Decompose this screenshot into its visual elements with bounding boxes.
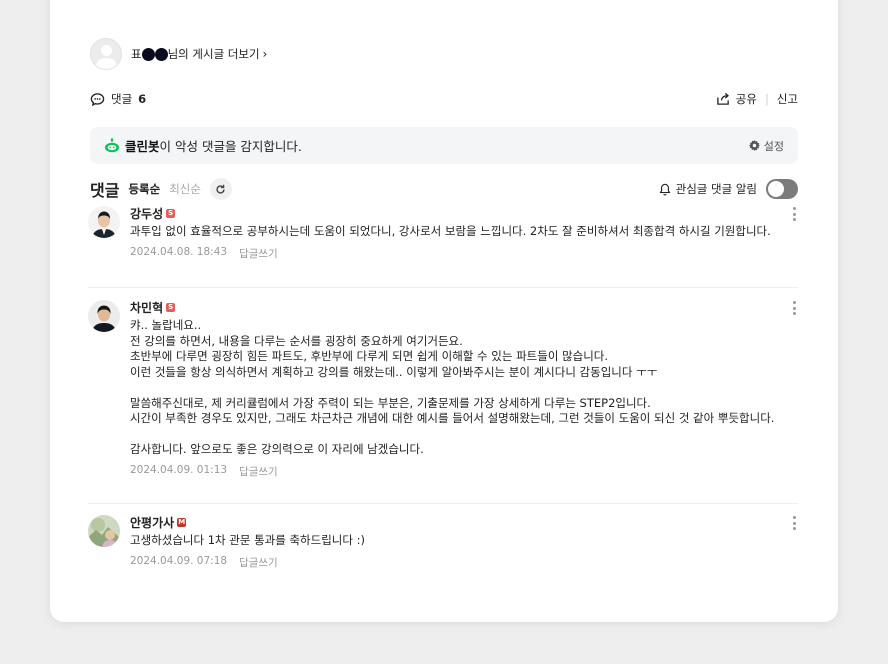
commenter-name[interactable]: 강두성 [130, 205, 163, 222]
cleanbot-text: 이 악성 댓글을 감지합니다. [159, 139, 302, 154]
cleanbot-settings-label: 설정 [763, 139, 784, 153]
redacted-mark [141, 47, 155, 61]
commenter-avatar[interactable] [88, 206, 120, 238]
reply-button[interactable]: 답글쓰기 [239, 246, 278, 261]
cleanbot-brand: 클린봇 [125, 139, 160, 154]
author-avatar[interactable] [90, 38, 122, 70]
comment-text: 캬.. 놀랍네요.. 전 강의를 하면서, 내용을 다루는 순서를 굉장히 중요… [130, 318, 775, 456]
share-icon [717, 92, 729, 105]
speech-bubble-icon [90, 92, 105, 106]
commenter-name[interactable]: 안평가사 [130, 514, 174, 531]
more-options-icon[interactable] [790, 300, 798, 316]
staff-badge-icon: S [166, 208, 176, 218]
commenter-avatar[interactable] [88, 300, 120, 332]
author-more-posts-link[interactable]: 표 님의 게시글 더보기 › [90, 38, 267, 70]
bell-icon [659, 183, 671, 195]
staff-badge-icon: S [166, 302, 176, 312]
post-card: 표 님의 게시글 더보기 › 댓글 6 공유 | 신고 클린봇이 악성 댓글을 … [50, 0, 838, 622]
comment-date: 2024.04.08. 18:43 [130, 245, 228, 258]
comment-text: 과투입 없이 효율적으로 공부하시는데 도움이 되었다니, 강사로서 보람을 느… [130, 224, 771, 238]
comment-count-row: 댓글 6 공유 | 신고 [90, 91, 798, 107]
comment-notification-toggle[interactable] [766, 179, 798, 199]
comment-count-label: 댓글 [111, 92, 133, 106]
comments-section-title: 댓글 [90, 181, 120, 200]
refresh-icon [216, 184, 226, 194]
comment-sort-bar: 댓글 등록순 최신순 관심글 댓글 알림 [90, 177, 798, 201]
author-more-posts-label[interactable]: 표 님의 게시글 더보기 › [131, 46, 267, 62]
share-label: 공유 [735, 92, 757, 106]
share-button[interactable]: 공유 [716, 91, 757, 107]
author-name-suffix: 님의 게시글 더보기 [167, 47, 260, 61]
comment-item: 차민혁 S 캬.. 놀랍네요.. 전 강의를 하면서, 내용을 다루는 순서를 … [88, 299, 798, 504]
comment-notification-setting: 관심글 댓글 알림 [659, 179, 798, 199]
member-badge-icon: M [177, 517, 187, 527]
comment-item: 안평가사 M 고생하셨습니다 1차 관문 통과를 축하드립니다 :) 2024.… [88, 515, 798, 575]
comment-count-number: 6 [138, 92, 147, 106]
cleanbot-settings-button[interactable]: 설정 [748, 138, 784, 154]
reply-button[interactable]: 답글쓰기 [239, 555, 278, 570]
cleanbot-banner: 클린봇이 악성 댓글을 감지합니다. 설정 [90, 127, 798, 164]
sort-by-registration-tab[interactable]: 등록순 [128, 181, 160, 197]
comment-notification-label: 관심글 댓글 알림 [675, 182, 757, 196]
comment-item: 강두성 S 과투입 없이 효율적으로 공부하시는데 도움이 되었다니, 강사로서… [88, 205, 798, 288]
person-photo-icon [88, 300, 120, 332]
landscape-photo-icon [88, 515, 120, 547]
cleanbot-robot-icon [105, 138, 119, 153]
comment-text: 고생하셨습니다 1차 관문 통과를 축하드립니다 :) [130, 533, 365, 547]
report-button[interactable]: 신고 [777, 91, 798, 107]
redacted-mark [154, 47, 168, 61]
more-options-icon[interactable] [790, 515, 798, 531]
commenter-avatar[interactable] [88, 515, 120, 547]
commenter-name[interactable]: 차민혁 [130, 299, 163, 316]
refresh-comments-button[interactable] [209, 178, 232, 200]
author-name-prefix: 표 [131, 47, 142, 61]
post-actions: 공유 | 신고 [716, 91, 798, 107]
comment-date: 2024.04.09. 01:13 [130, 463, 228, 476]
comment-date: 2024.04.09. 07:18 [130, 554, 228, 567]
gear-icon [748, 140, 760, 151]
chevron-right-icon: › [262, 47, 268, 61]
reply-button[interactable]: 답글쓰기 [239, 464, 278, 479]
divider [88, 503, 798, 504]
divider [88, 287, 798, 288]
divider: | [764, 92, 769, 106]
sort-by-latest-tab[interactable]: 최신순 [169, 181, 201, 197]
cleanbot-message: 클린봇이 악성 댓글을 감지합니다. [104, 136, 302, 155]
comment-count[interactable]: 댓글 6 [90, 91, 146, 107]
more-options-icon[interactable] [790, 206, 798, 222]
person-photo-icon [88, 206, 120, 238]
